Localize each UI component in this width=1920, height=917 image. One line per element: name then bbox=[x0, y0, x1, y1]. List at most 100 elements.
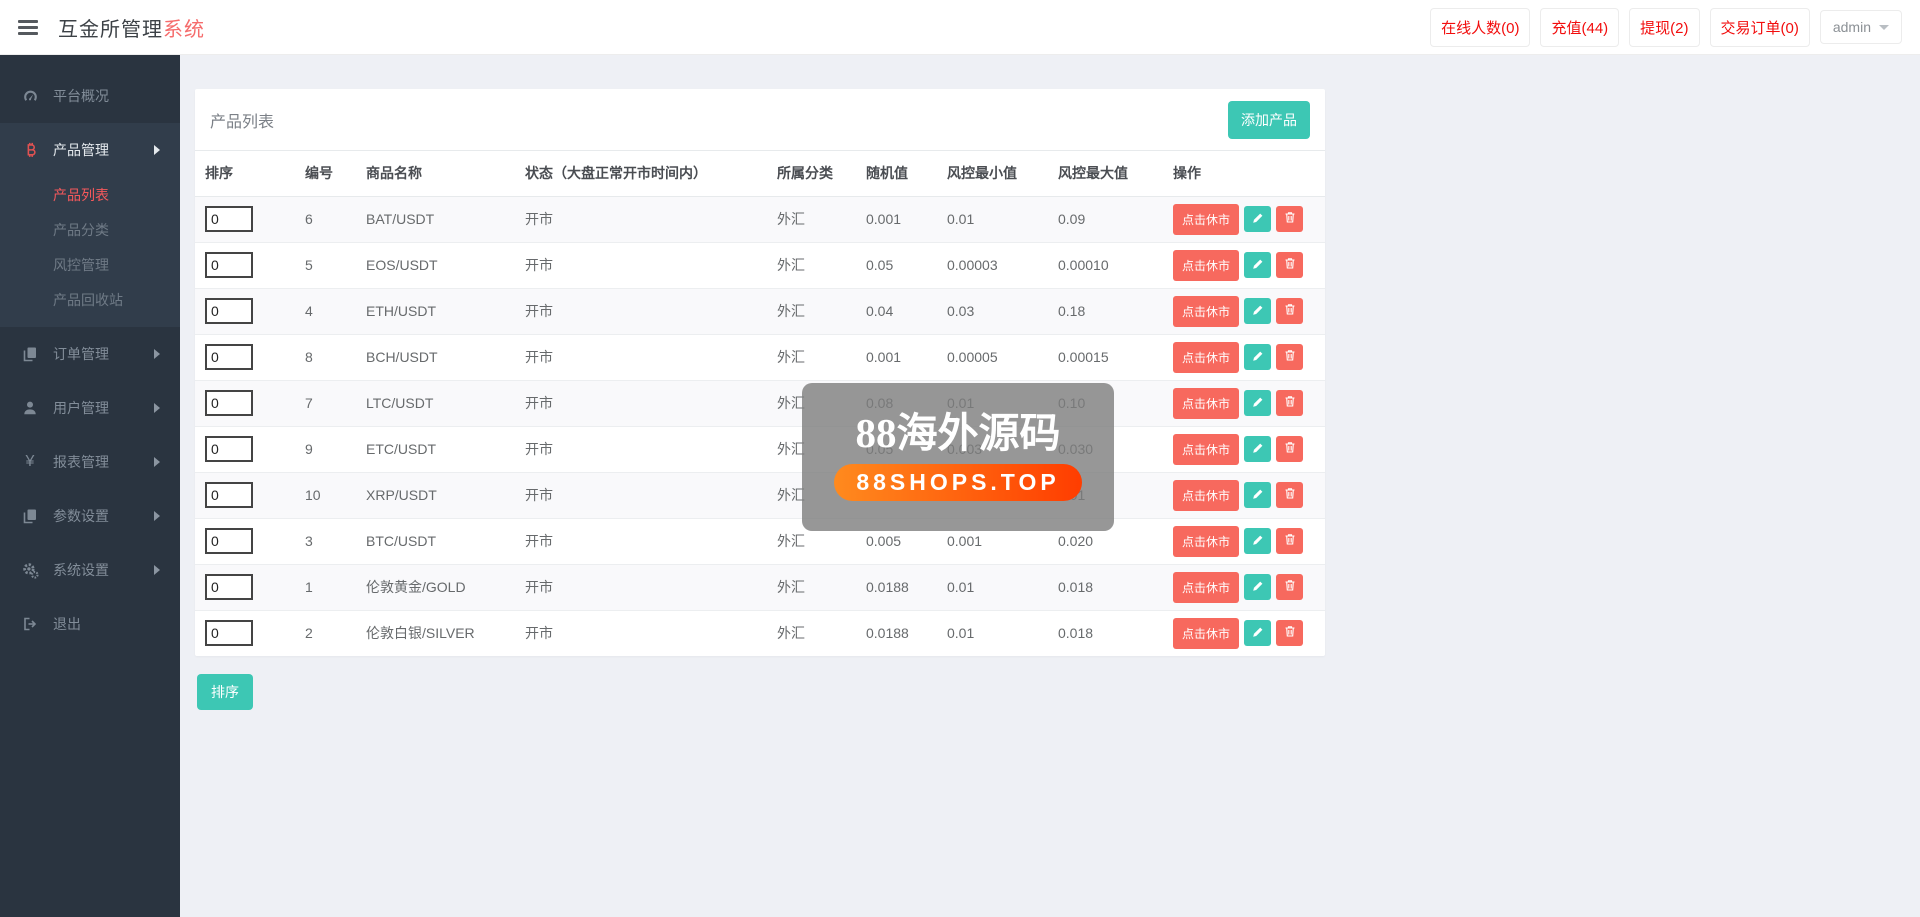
delete-button[interactable] bbox=[1276, 620, 1304, 647]
delete-button[interactable] bbox=[1276, 436, 1304, 462]
delete-button[interactable] bbox=[1276, 252, 1304, 278]
product-name: XRP/USDT bbox=[366, 487, 437, 503]
close-market-button[interactable]: 点击休市 bbox=[1173, 341, 1240, 373]
delete-button[interactable] bbox=[1276, 528, 1304, 554]
table-row: 7LTC/USDT开市外汇0.080.010.10点击休市 bbox=[195, 380, 1325, 426]
pencil-icon bbox=[1252, 442, 1264, 457]
topbar-stat-online-users[interactable]: 在线人数(0) bbox=[1430, 7, 1531, 47]
edit-button[interactable] bbox=[1244, 390, 1272, 416]
edit-button[interactable] bbox=[1244, 344, 1272, 370]
sidebar-item-system-settings[interactable]: 系统设置 bbox=[0, 543, 180, 597]
chevron-down-icon bbox=[1879, 24, 1889, 30]
topbar-stat-withdraw[interactable]: 提现(2) bbox=[1629, 7, 1700, 47]
sidebar-subitem-risk-management[interactable]: 风控管理 bbox=[0, 247, 180, 282]
sort-order-input[interactable] bbox=[205, 436, 253, 462]
close-market-button[interactable]: 点击休市 bbox=[1173, 479, 1240, 511]
risk-max-value: 0.18 bbox=[1058, 303, 1086, 319]
sidebar-item-order-management[interactable]: 订单管理 bbox=[0, 327, 180, 381]
market-status: 开市 bbox=[525, 303, 553, 319]
random-value: 0.001 bbox=[866, 349, 902, 365]
sidebar-item-report-management[interactable]: ¥ 报表管理 bbox=[0, 435, 180, 489]
delete-button[interactable] bbox=[1276, 344, 1304, 370]
sort-button[interactable]: 排序 bbox=[197, 674, 253, 710]
edit-button[interactable] bbox=[1244, 252, 1272, 278]
params-icon bbox=[20, 508, 40, 524]
sidebar-subitem-product-list[interactable]: 产品列表 bbox=[0, 177, 180, 212]
sidebar-item-user-management[interactable]: 用户管理 bbox=[0, 381, 180, 435]
edit-button[interactable] bbox=[1244, 574, 1272, 600]
sidebar-item-product-management[interactable]: 产品管理 bbox=[0, 123, 180, 177]
random-value: 0.001 bbox=[866, 211, 902, 227]
close-market-button[interactable]: 点击休市 bbox=[1173, 617, 1240, 649]
sidebar-subitem-product-recycle-bin[interactable]: 产品回收站 bbox=[0, 282, 180, 317]
column-header: 编号 bbox=[295, 151, 356, 197]
sort-order-input[interactable] bbox=[205, 620, 253, 647]
edit-button[interactable] bbox=[1244, 620, 1272, 647]
close-market-button[interactable]: 点击休市 bbox=[1173, 203, 1240, 235]
row-actions: 点击休市 bbox=[1173, 433, 1325, 465]
row-actions: 点击休市 bbox=[1173, 249, 1325, 281]
topbar: 互金所管理系统 在线人数(0) 充值(44) 提现(2) 交易订单(0) admin bbox=[0, 0, 1920, 55]
edit-button[interactable] bbox=[1244, 206, 1272, 232]
close-market-button[interactable]: 点击休市 bbox=[1173, 433, 1240, 465]
logout-icon bbox=[20, 616, 40, 632]
sidebar-item-platform-overview[interactable]: 平台概况 bbox=[0, 69, 180, 123]
sidebar-item-label: 订单管理 bbox=[53, 346, 109, 362]
sort-order-input[interactable] bbox=[205, 574, 253, 600]
column-header: 风控最大值 bbox=[1048, 151, 1163, 197]
sidebar-block-platform-overview: 平台概况 bbox=[0, 69, 180, 123]
delete-button[interactable] bbox=[1276, 390, 1304, 416]
column-header: 操作 bbox=[1163, 151, 1325, 197]
delete-button[interactable] bbox=[1276, 574, 1304, 600]
product-name: 伦敦黄金/GOLD bbox=[366, 579, 466, 595]
sidebar-item-logout[interactable]: 退出 bbox=[0, 597, 180, 651]
chevron-right-icon bbox=[154, 403, 160, 413]
close-market-button[interactable]: 点击休市 bbox=[1173, 249, 1240, 281]
sidebar-item-parameter-settings[interactable]: 参数设置 bbox=[0, 489, 180, 543]
add-product-button[interactable]: 添加产品 bbox=[1228, 100, 1310, 139]
product-name: BCH/USDT bbox=[366, 349, 438, 365]
gears-icon bbox=[20, 562, 40, 579]
delete-button[interactable] bbox=[1276, 298, 1304, 324]
product-name: EOS/USDT bbox=[366, 257, 438, 273]
sort-order-input[interactable] bbox=[205, 252, 253, 278]
product-category: 外汇 bbox=[777, 211, 805, 227]
chevron-right-icon bbox=[154, 511, 160, 521]
product-id: 4 bbox=[305, 303, 313, 319]
product-id: 10 bbox=[305, 487, 321, 503]
delete-button[interactable] bbox=[1276, 482, 1304, 508]
risk-max-value: 0.018 bbox=[1058, 625, 1094, 642]
sort-order-input[interactable] bbox=[205, 482, 253, 508]
close-market-button[interactable]: 点击休市 bbox=[1173, 295, 1240, 327]
pencil-icon bbox=[1252, 396, 1264, 411]
product-list-card: 产品列表 添加产品 排序 编号 商品名称 状态（大盘正常开市时间内） 所属分类 随机值 风控… bbox=[195, 89, 1325, 656]
row-actions: 点击休市 bbox=[1173, 571, 1325, 603]
product-category: 外汇 bbox=[777, 303, 805, 319]
sort-order-input[interactable] bbox=[205, 390, 253, 416]
topbar-stat-trade-orders[interactable]: 交易订单(0) bbox=[1709, 7, 1810, 47]
close-market-button[interactable]: 点击休市 bbox=[1173, 387, 1240, 419]
trash-icon bbox=[1284, 211, 1296, 227]
pencil-icon bbox=[1252, 626, 1264, 641]
delete-button[interactable] bbox=[1276, 206, 1304, 232]
product-name: 伦敦白银/SILVER bbox=[366, 625, 475, 642]
sort-order-input[interactable] bbox=[205, 528, 253, 554]
sort-order-input[interactable] bbox=[205, 344, 253, 370]
hamburger-menu-icon[interactable] bbox=[18, 19, 38, 35]
edit-button[interactable] bbox=[1244, 528, 1272, 554]
topbar-stat-recharge[interactable]: 充值(44) bbox=[1540, 7, 1620, 47]
edit-button[interactable] bbox=[1244, 298, 1272, 324]
pencil-icon bbox=[1252, 488, 1264, 503]
sort-order-input[interactable] bbox=[205, 298, 253, 324]
user-menu[interactable]: admin bbox=[1819, 10, 1902, 44]
edit-button[interactable] bbox=[1244, 482, 1272, 508]
edit-button[interactable] bbox=[1244, 436, 1272, 462]
sort-order-input[interactable] bbox=[205, 206, 253, 232]
risk-max-value: 0.00015 bbox=[1058, 349, 1109, 365]
close-market-button[interactable]: 点击休市 bbox=[1173, 571, 1240, 603]
close-market-button[interactable]: 点击休市 bbox=[1173, 525, 1240, 557]
risk-min-value: 0.00003 bbox=[947, 257, 998, 273]
sidebar-submenu: 产品列表 产品分类 风控管理 产品回收站 bbox=[0, 177, 180, 317]
sidebar-subitem-product-category[interactable]: 产品分类 bbox=[0, 212, 180, 247]
product-name: ETC/USDT bbox=[366, 441, 436, 457]
